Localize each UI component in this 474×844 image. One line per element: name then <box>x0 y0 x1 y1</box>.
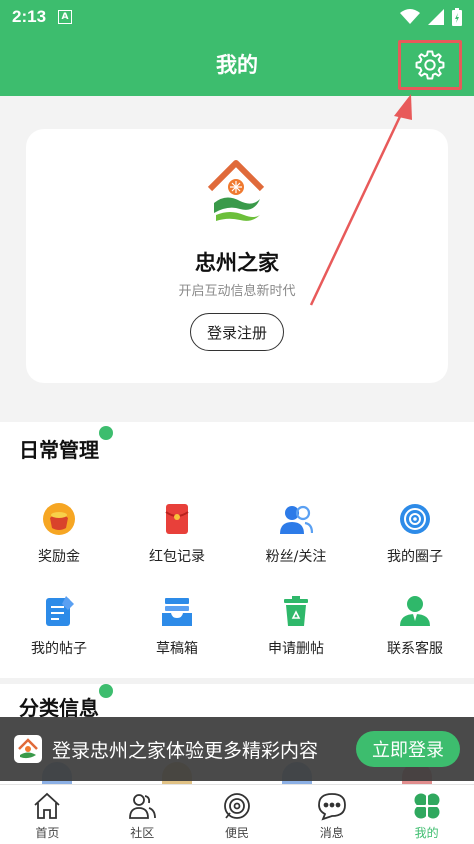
app-slogan: 开启互动信息新时代 <box>178 284 296 299</box>
gear-icon <box>415 50 445 80</box>
top-app-bar: 我的 <box>0 34 474 96</box>
grid-item-red-envelope[interactable]: 红包记录 <box>118 502 236 566</box>
banner-text: 登录忠州之家体验更多精彩内容 <box>52 739 319 762</box>
grid-item-label: 红包记录 <box>149 549 205 565</box>
grid-item-drafts[interactable]: 草稿箱 <box>118 594 236 658</box>
status-time: 2:13 <box>12 7 47 26</box>
tab-label: 首页 <box>35 826 60 840</box>
tab-label: 我的 <box>414 826 439 840</box>
section-title-daily: 日常管理 <box>19 426 113 463</box>
community-icon <box>129 794 157 819</box>
profile-card: 忠州之家 开启互动信息新时代 登录注册 <box>26 129 448 383</box>
grid-item-followers[interactable]: 粉丝/关注 <box>237 502 355 566</box>
customer-service-icon <box>400 596 430 626</box>
status-icons <box>400 8 462 26</box>
grid-item-my-posts[interactable]: 我的帖子 <box>0 594 118 658</box>
status-bar: 2:13 A <box>0 0 474 34</box>
signal-icon <box>428 9 444 25</box>
grid-item-delete-request[interactable]: 申请删帖 <box>237 594 355 658</box>
bottom-tab-bar: 首页 社区 便民 消息 我的 <box>0 784 474 844</box>
grid-item-reward[interactable]: 奖励金 <box>0 502 118 566</box>
profile-section: 忠州之家 开启互动信息新时代 登录注册 <box>0 96 474 422</box>
home-icon <box>34 792 60 819</box>
tab-home[interactable]: 首页 <box>0 785 95 844</box>
login-register-button[interactable]: 登录注册 <box>190 313 284 351</box>
grid-item-my-circle[interactable]: 我的圈子 <box>356 502 474 566</box>
grid-item-customer-service[interactable]: 联系客服 <box>356 594 474 658</box>
tab-label: 社区 <box>130 826 155 840</box>
tab-label: 消息 <box>319 826 344 840</box>
badge-dot <box>99 684 113 698</box>
grid-item-label: 草稿箱 <box>156 641 198 657</box>
reward-icon <box>43 503 75 535</box>
message-icon <box>317 793 346 821</box>
tab-mine[interactable]: 我的 <box>379 785 474 844</box>
notification-icon: A <box>58 10 73 24</box>
app-logo <box>207 160 265 221</box>
convenience-icon <box>224 793 250 819</box>
red-envelope-icon <box>165 504 189 534</box>
followers-icon <box>280 505 313 534</box>
tab-messages[interactable]: 消息 <box>284 785 379 844</box>
grid-item-label: 申请删帖 <box>268 641 324 657</box>
grid-item-label: 粉丝/关注 <box>265 549 327 565</box>
app-logo-icon <box>18 738 38 759</box>
grid-item-label: 奖励金 <box>38 549 80 565</box>
badge-dot <box>99 426 113 440</box>
clover-icon <box>414 793 440 819</box>
drafts-tray-icon <box>162 598 192 626</box>
app-logo-small <box>14 735 42 763</box>
login-now-button[interactable]: 立即登录 <box>356 731 460 767</box>
delete-bin-icon <box>284 596 308 626</box>
tab-label: 便民 <box>224 826 249 840</box>
section-title-text: 日常管理 <box>19 438 99 462</box>
wifi-icon <box>400 9 420 24</box>
tab-community[interactable]: 社区 <box>95 785 190 844</box>
battery-icon <box>452 8 462 26</box>
grid-item-label: 我的帖子 <box>31 641 87 657</box>
login-prompt-banner: 登录忠州之家体验更多精彩内容 立即登录 <box>0 717 474 781</box>
app-name: 忠州之家 <box>195 251 279 275</box>
settings-button[interactable] <box>398 40 462 90</box>
grid-item-label: 联系客服 <box>387 641 443 657</box>
tab-convenience[interactable]: 便民 <box>190 785 285 844</box>
grid-item-label: 我的圈子 <box>387 549 443 565</box>
circle-target-icon <box>400 504 430 534</box>
daily-management-section: 日常管理 奖励金 红包记录 粉丝/关注 我的圈子 我的帖子 草稿箱 申请删帖 联… <box>0 422 474 678</box>
post-edit-icon <box>46 596 74 626</box>
